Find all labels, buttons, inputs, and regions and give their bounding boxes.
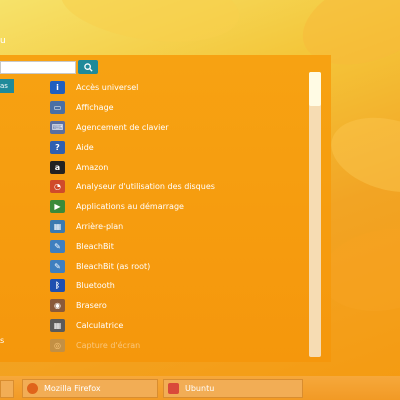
bleachbit-icon: ✎ bbox=[50, 239, 65, 253]
category-item-active[interactable]: as bbox=[0, 79, 14, 93]
app-item-applications-demarrage[interactable]: ▶ Applications au démarrage bbox=[50, 197, 305, 217]
app-item-bleachbit[interactable]: ✎ BleachBit bbox=[50, 236, 305, 256]
disk-usage-icon: ◔ bbox=[50, 180, 65, 194]
taskbar-item-label: Ubuntu bbox=[185, 384, 215, 393]
app-label: Analyseur d'utilisation des disques bbox=[76, 182, 215, 192]
app-label: Bluetooth bbox=[76, 281, 115, 291]
startup-apps-icon: ▶ bbox=[50, 200, 65, 214]
keyboard-icon: ⌨ bbox=[50, 120, 65, 134]
calculator-icon: ▦ bbox=[50, 318, 65, 332]
app-item-agencement-clavier[interactable]: ⌨ Agencement de clavier bbox=[50, 118, 305, 138]
app-item-bluetooth[interactable]: ᛒ Bluetooth bbox=[50, 276, 305, 296]
menu-scrollbar[interactable] bbox=[309, 72, 321, 357]
app-item-analyseur-disques[interactable]: ◔ Analyseur d'utilisation des disques bbox=[50, 177, 305, 197]
app-label: Capture d'écran bbox=[76, 340, 141, 350]
app-item-calculatrice[interactable]: ▦ Calculatrice bbox=[50, 316, 305, 336]
app-label: Aide bbox=[76, 142, 94, 152]
search-button[interactable] bbox=[78, 60, 98, 74]
app-label: Agencement de clavier bbox=[76, 122, 169, 132]
firefox-icon bbox=[27, 383, 38, 394]
app-label: Arrière-plan bbox=[76, 221, 124, 231]
app-item-capture-ecran[interactable]: ◎ Capture d'écran bbox=[50, 335, 305, 355]
menu-scrollbar-thumb[interactable] bbox=[309, 72, 321, 106]
app-label: Applications au démarrage bbox=[76, 202, 184, 212]
search-icon bbox=[83, 62, 93, 72]
app-item-aide[interactable]: ? Aide bbox=[50, 137, 305, 157]
background-icon: ▦ bbox=[50, 219, 65, 233]
taskbar-item-folder[interactable]: Ubuntu bbox=[163, 379, 303, 398]
display-icon: ▭ bbox=[50, 101, 65, 115]
help-icon: ? bbox=[50, 140, 65, 154]
app-item-affichage[interactable]: ▭ Affichage bbox=[50, 98, 305, 118]
app-item-amazon[interactable]: a Amazon bbox=[50, 157, 305, 177]
app-label: BleachBit (as root) bbox=[76, 261, 151, 271]
taskbar-item-firefox[interactable]: Mozilla Firefox bbox=[22, 379, 158, 398]
desktop-top-label: u bbox=[0, 36, 6, 46]
app-item-bleachbit-root[interactable]: ✎ BleachBit (as root) bbox=[50, 256, 305, 276]
folder-icon bbox=[168, 383, 179, 394]
amazon-icon: a bbox=[50, 160, 65, 174]
app-label: Accès universel bbox=[76, 83, 139, 93]
brasero-icon: ◉ bbox=[50, 299, 65, 313]
app-item-acces-universel[interactable]: i Accès universel bbox=[50, 78, 305, 98]
category-item-label[interactable]: s bbox=[0, 336, 4, 345]
app-label: BleachBit bbox=[76, 241, 114, 251]
taskbar-item-label: Mozilla Firefox bbox=[44, 384, 101, 393]
wallpaper-petal bbox=[56, 0, 244, 53]
app-item-arriere-plan[interactable]: ▦ Arrière-plan bbox=[50, 217, 305, 237]
accessibility-icon: i bbox=[50, 81, 65, 95]
app-list: i Accès universel ▭ Affichage ⌨ Agencement … bbox=[50, 78, 305, 355]
menu-button[interactable] bbox=[0, 380, 14, 398]
wallpaper-petal bbox=[322, 105, 400, 205]
app-label: Brasero bbox=[76, 301, 107, 311]
app-label: Affichage bbox=[76, 103, 114, 113]
screenshot-icon: ◎ bbox=[50, 338, 65, 352]
bleachbit-root-icon: ✎ bbox=[50, 259, 65, 273]
search-input[interactable] bbox=[0, 61, 76, 74]
bluetooth-icon: ᛒ bbox=[50, 279, 65, 293]
app-label: Calculatrice bbox=[76, 320, 124, 330]
app-label: Amazon bbox=[76, 162, 109, 172]
app-item-brasero[interactable]: ◉ Brasero bbox=[50, 296, 305, 316]
